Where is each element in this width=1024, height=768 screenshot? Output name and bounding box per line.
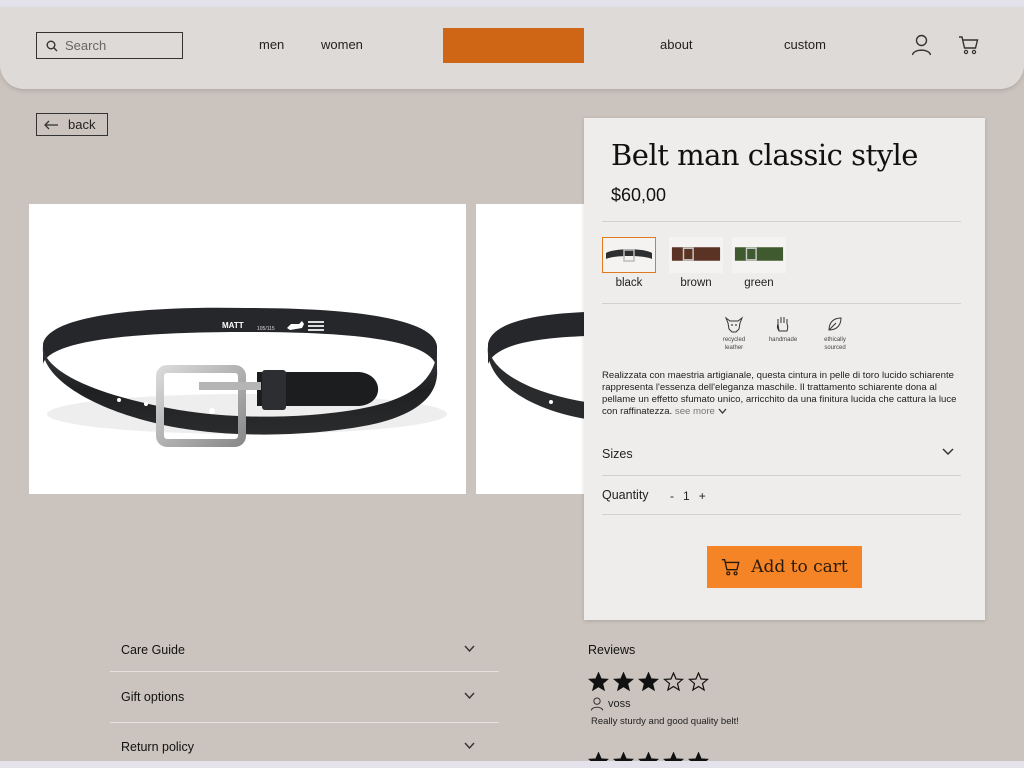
sizes-label[interactable]: Sizes bbox=[602, 447, 633, 461]
color-swatch-green[interactable]: green bbox=[731, 237, 787, 289]
site-header: Search men women about custom bbox=[0, 7, 1024, 89]
quantity-stepper: - 1 + bbox=[670, 489, 706, 503]
star-empty-icon bbox=[688, 672, 709, 692]
feature-label: ethically bbox=[824, 337, 846, 343]
belt-swatch-green bbox=[734, 247, 784, 261]
user-icon bbox=[590, 697, 604, 711]
review-author-name: voss bbox=[608, 698, 631, 710]
quantity-label: Quantity bbox=[602, 488, 649, 502]
accordion-label: Return policy bbox=[121, 740, 194, 754]
divider bbox=[602, 475, 961, 476]
product-description: Realizzata con maestria artigianale, que… bbox=[602, 370, 960, 418]
star-filled-icon bbox=[613, 672, 634, 692]
feature-label: handmade bbox=[768, 337, 798, 343]
bottom-strip bbox=[0, 761, 1024, 768]
chevron-down-icon bbox=[718, 408, 727, 414]
feature-handmade: handmade bbox=[758, 315, 808, 344]
divider bbox=[602, 514, 961, 515]
product-price: $60,00 bbox=[611, 185, 667, 205]
feature-ethical: ethically sourced bbox=[810, 315, 860, 352]
product-image-main[interactable]: MATT 105/115 bbox=[29, 204, 466, 494]
see-more-link[interactable]: see more bbox=[675, 406, 727, 417]
accordion-divider bbox=[110, 671, 499, 672]
see-more-label: see more bbox=[674, 406, 715, 417]
nav-about[interactable]: about bbox=[660, 37, 693, 52]
star-filled-icon bbox=[638, 672, 659, 692]
belt-size-print: 105/115 bbox=[257, 326, 275, 332]
color-swatch-brown[interactable]: brown bbox=[668, 237, 724, 289]
swatch-label: brown bbox=[680, 277, 712, 289]
cart-icon[interactable] bbox=[958, 34, 980, 56]
chevron-down-icon bbox=[464, 692, 475, 699]
accordion-care-guide[interactable]: Care Guide bbox=[110, 631, 499, 671]
chevron-down-icon bbox=[464, 645, 475, 652]
belt-illustration: MATT 105/115 bbox=[42, 307, 447, 447]
reviews-title: Reviews bbox=[588, 643, 636, 657]
belt-swatch-brown bbox=[671, 247, 721, 261]
accordion-gift-options[interactable]: Gift options bbox=[110, 678, 499, 718]
hand-icon bbox=[776, 317, 789, 332]
review-author: voss bbox=[590, 697, 631, 711]
search-placeholder: Search bbox=[65, 38, 107, 53]
cart-icon bbox=[722, 559, 740, 576]
quantity-value[interactable]: 1 bbox=[683, 489, 690, 503]
chevron-down-icon bbox=[464, 742, 475, 749]
star-filled-icon bbox=[588, 672, 609, 692]
feature-label: leather bbox=[724, 345, 744, 351]
nav-men[interactable]: men bbox=[259, 37, 284, 52]
search-input[interactable]: Search bbox=[36, 32, 183, 59]
accordion-label: Care Guide bbox=[121, 643, 185, 657]
brand-logo[interactable] bbox=[443, 28, 584, 63]
cow-icon bbox=[724, 316, 744, 333]
user-icon[interactable] bbox=[911, 34, 932, 56]
quantity-decrement[interactable]: - bbox=[670, 489, 674, 503]
nav-custom[interactable]: custom bbox=[784, 37, 826, 52]
divider bbox=[602, 303, 961, 304]
quantity-increment[interactable]: + bbox=[699, 489, 706, 503]
swatch-label: black bbox=[615, 277, 643, 289]
product-panel: Belt man classic style $60,00 black brow… bbox=[584, 118, 985, 620]
belt-swatch-black bbox=[606, 249, 652, 262]
add-to-cart-label: Add to cart bbox=[751, 557, 848, 577]
belt-brand-print: MATT bbox=[222, 321, 244, 330]
product-image-secondary[interactable] bbox=[476, 204, 586, 494]
review-rating bbox=[588, 672, 709, 692]
back-button[interactable]: back bbox=[36, 113, 108, 136]
description-text: Realizzata con maestria artigianale, que… bbox=[602, 370, 957, 417]
sizes-chevron-icon[interactable] bbox=[942, 448, 954, 456]
search-icon bbox=[46, 40, 58, 51]
swatch-label: green bbox=[744, 277, 774, 289]
belt-illustration-2 bbox=[487, 312, 586, 419]
feature-recycled: recycled leather bbox=[709, 315, 759, 352]
feature-label: recycled bbox=[722, 337, 746, 343]
add-to-cart-button[interactable]: Add to cart bbox=[707, 546, 862, 588]
color-swatch-black[interactable]: black bbox=[601, 237, 657, 289]
feature-label: sourced bbox=[824, 345, 846, 351]
star-empty-icon bbox=[663, 672, 684, 692]
top-strip bbox=[0, 0, 1024, 7]
accordion-label: Gift options bbox=[121, 690, 185, 704]
nav-women[interactable]: women bbox=[321, 37, 363, 52]
leaf-icon bbox=[828, 317, 842, 331]
review-text: Really sturdy and good quality belt! bbox=[591, 716, 739, 727]
arrow-left-icon bbox=[44, 120, 58, 129]
divider bbox=[602, 221, 961, 222]
product-title: Belt man classic style bbox=[611, 138, 918, 172]
back-label: back bbox=[68, 117, 96, 132]
accordion-divider bbox=[110, 722, 499, 723]
